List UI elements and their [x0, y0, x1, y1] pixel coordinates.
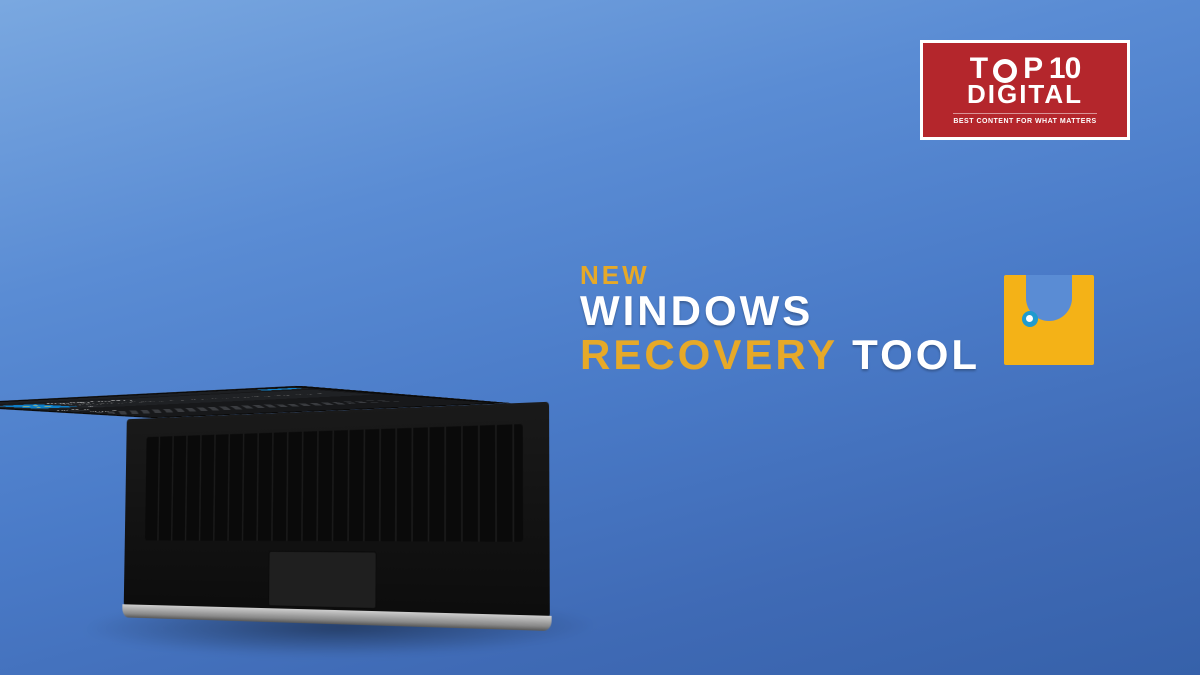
- badge-line2: DIGITAL: [967, 82, 1083, 107]
- title-tool: TOOL: [852, 333, 980, 377]
- top10-badge: TP 10 DIGITAL BEST CONTENT FOR WHAT MATT…: [920, 40, 1130, 140]
- laptop-mockup: Microsoft Store Windows File Recovery Mi…: [40, 100, 660, 600]
- age-rating-badge: 3+: [79, 405, 106, 406]
- title-new: NEW: [580, 262, 980, 289]
- laptop-base: [124, 402, 550, 618]
- badge-tagline: BEST CONTENT FOR WHAT MATTERS: [953, 113, 1096, 125]
- wrench-icon: [1004, 275, 1094, 365]
- recovery-icon: [15, 405, 60, 407]
- title-windows: WINDOWS: [580, 289, 980, 333]
- badge-o-icon: [993, 59, 1017, 83]
- promo-title: NEW WINDOWS RECOVERY TOOL: [580, 262, 1094, 377]
- keyboard: [145, 424, 523, 542]
- trackpad: [268, 551, 376, 609]
- title-recovery: RECOVERY: [580, 333, 838, 377]
